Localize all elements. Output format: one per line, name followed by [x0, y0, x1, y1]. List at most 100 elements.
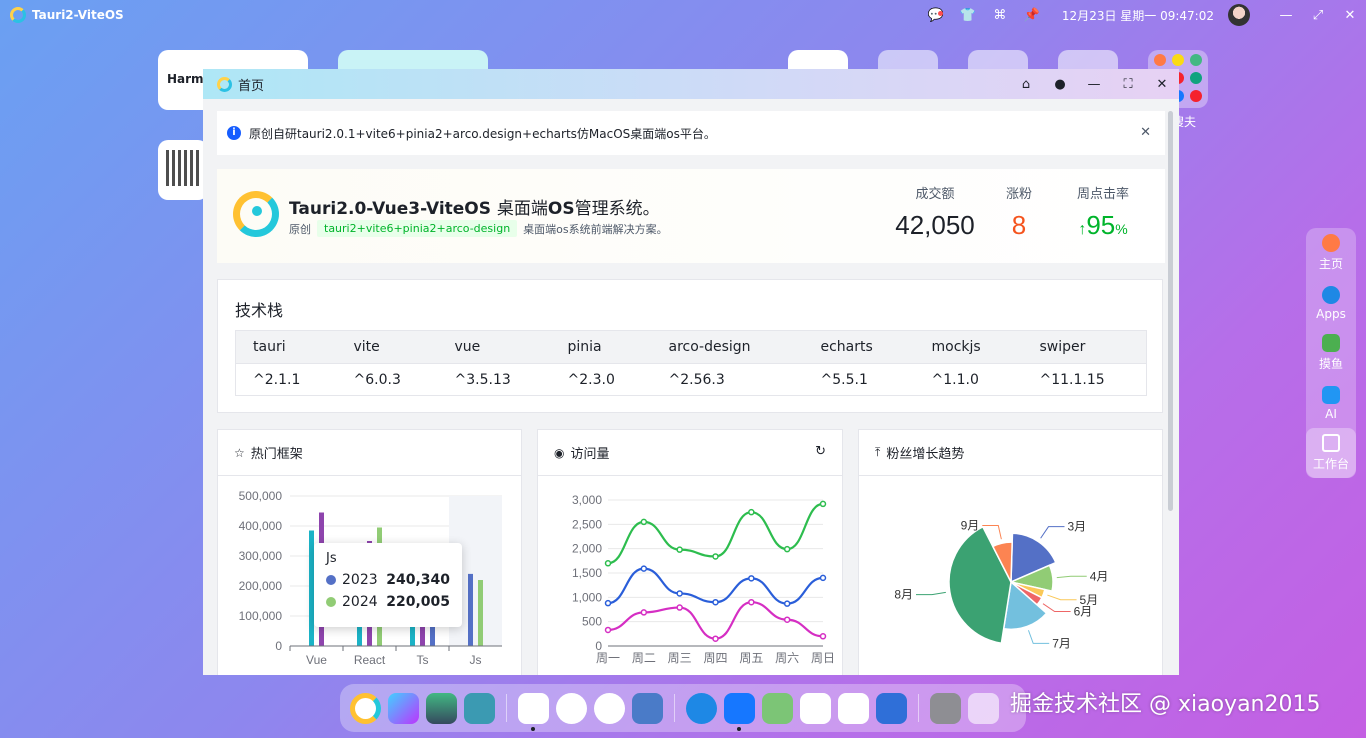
shirt-icon[interactable]: 👕: [952, 8, 984, 23]
home-app-icon[interactable]: [518, 692, 549, 731]
label-line: [1047, 594, 1077, 601]
panel-header: ⤒ 粉丝增长趋势: [859, 430, 1162, 476]
data-point: [604, 626, 612, 634]
label-line: [1042, 603, 1071, 613]
y-tick-label: 0: [275, 639, 282, 653]
table-cell: ^2.1.1: [235, 363, 337, 396]
vite-app-icon[interactable]: [388, 692, 419, 724]
stat-label: 成交额: [915, 187, 955, 202]
hero-title-bold2: OS: [547, 199, 575, 219]
qr-code-icon: [166, 150, 200, 186]
qr-widget[interactable]: [158, 140, 208, 200]
stat-turnover: 成交额 42,050: [885, 183, 985, 241]
close-icon[interactable]: ✕: [1145, 69, 1179, 99]
tech-tag: tauri2+vite6+pinia2+arco-design: [317, 220, 518, 237]
tauri-logo-icon: [233, 191, 279, 237]
fans-trend-panel: ⤒ 粉丝增长趋势 3月 4月 5月 6月 7月 8月 9月: [858, 429, 1163, 675]
info-app-icon[interactable]: [594, 692, 625, 724]
robot-icon: [1322, 385, 1340, 404]
hero-prefix: 原创: [289, 222, 311, 236]
series-line: [607, 601, 824, 640]
dock-item-workbench[interactable]: 工作台: [1306, 428, 1356, 478]
data-point: [748, 575, 755, 582]
tools-app-icon[interactable]: [464, 692, 495, 724]
bar: [478, 579, 483, 646]
x-tick-label: React: [354, 653, 386, 667]
fullscreen-icon[interactable]: ⤢: [1302, 8, 1334, 23]
data-point: [640, 565, 648, 572]
fish-icon: [1322, 334, 1340, 352]
app-icon: [1190, 90, 1202, 102]
info-icon: i: [227, 126, 241, 140]
home-icon[interactable]: ⌂: [1009, 69, 1043, 99]
data-point: [748, 598, 755, 606]
widgets-app-icon[interactable]: [876, 692, 907, 724]
tech-table: tauri vite vue pinia arco-design echarts…: [235, 330, 1147, 396]
maps-app-icon[interactable]: [762, 692, 793, 724]
hero-banner: Tauri2.0-Vue3-ViteOS 桌面端OS管理系统。 原创 tauri…: [217, 169, 1165, 263]
stat-label: 涨粉: [1005, 187, 1032, 202]
compass-icon: [1322, 285, 1340, 304]
table-header-row: tauri vite vue pinia arco-design echarts…: [235, 330, 1147, 364]
slice-label: 9月: [961, 519, 980, 533]
home-icon: [1322, 234, 1340, 252]
panel-header: ◉ 访问量: [538, 430, 842, 476]
data-point: [604, 560, 612, 567]
window-titlebar[interactable]: 首页 ⌂ ● — ⛶ ✕: [203, 69, 1179, 99]
info-alert: i 原创自研tauri2.0.1+vite6+pinia2+arco.desig…: [217, 111, 1165, 155]
pie-chart[interactable]: 3月4月5月6月7月8月9月: [859, 476, 1162, 675]
label-line: [1027, 630, 1050, 644]
data-point: [819, 574, 827, 582]
scrollbar[interactable]: [1168, 111, 1173, 511]
vue-app-icon[interactable]: [426, 692, 457, 724]
minimize-icon[interactable]: —: [1270, 8, 1302, 23]
dashboard-app-icon[interactable]: [556, 692, 587, 724]
command-icon[interactable]: ⌘: [984, 8, 1016, 23]
table-header: swiper: [1022, 330, 1147, 364]
dock-item-home[interactable]: 主页: [1306, 228, 1356, 278]
dock-separator: [506, 694, 507, 722]
tauri-app-icon[interactable]: [350, 692, 381, 724]
pin-icon[interactable]: 📌: [1016, 8, 1048, 23]
maximize-icon[interactable]: ⛶: [1111, 69, 1145, 99]
grid-app-icon[interactable]: [632, 692, 663, 724]
panel-title: 热门框架: [250, 447, 303, 462]
window-controls: ⌂ ● — ⛶ ✕: [1009, 69, 1179, 99]
dock-item-ai[interactable]: AI: [1306, 378, 1356, 428]
clock: 12月23日 星期一 09:47:02: [1061, 8, 1214, 23]
y-tick-label: 500,000: [239, 489, 283, 503]
hero-suffix: 桌面端os系统前端解决方案。: [523, 222, 668, 236]
close-icon[interactable]: ✕: [1140, 125, 1151, 140]
window-title: 首页: [238, 78, 265, 94]
dock-label: 主页: [1318, 257, 1343, 271]
dock-label: 工作台: [1312, 457, 1349, 471]
table-cell: ^1.1.0: [914, 363, 1023, 396]
vue-icon: [1190, 54, 1202, 66]
dock-item-apps[interactable]: Apps: [1306, 278, 1356, 328]
calendar-app-icon[interactable]: [838, 692, 869, 724]
photos-app-icon[interactable]: [800, 692, 831, 724]
x-tick-label: 周一: [596, 651, 620, 665]
dock-separator: [918, 694, 919, 722]
trash-app-icon[interactable]: [968, 692, 999, 724]
minimize-icon[interactable]: —: [1077, 69, 1111, 99]
y-tick-label: 500: [582, 615, 602, 629]
tooltip-row: 2023 240,340: [326, 572, 450, 588]
settings-app-icon[interactable]: [930, 692, 961, 724]
chat-icon[interactable]: 💬: [920, 8, 952, 23]
x-tick-label: Js: [470, 653, 482, 667]
table-header: tauri: [235, 330, 337, 364]
star-icon: ☆: [234, 445, 245, 460]
avatar[interactable]: [1228, 4, 1250, 26]
refresh-icon[interactable]: ↻: [815, 444, 826, 459]
data-point: [783, 600, 791, 607]
data-point: [676, 590, 683, 597]
x-tick-label: 周日: [811, 651, 835, 665]
safari-app-icon[interactable]: [686, 692, 717, 724]
appstore-app-icon[interactable]: [724, 692, 755, 731]
github-icon[interactable]: ●: [1043, 69, 1077, 99]
line-chart[interactable]: 05001,0001,5002,0002,5003,000周一 周二 周三 周四 周五周…: [538, 476, 842, 675]
close-icon[interactable]: ✕: [1334, 8, 1366, 23]
dock-item-fish[interactable]: 摸鱼: [1306, 328, 1356, 378]
y-tick-label: 3,000: [572, 493, 602, 507]
